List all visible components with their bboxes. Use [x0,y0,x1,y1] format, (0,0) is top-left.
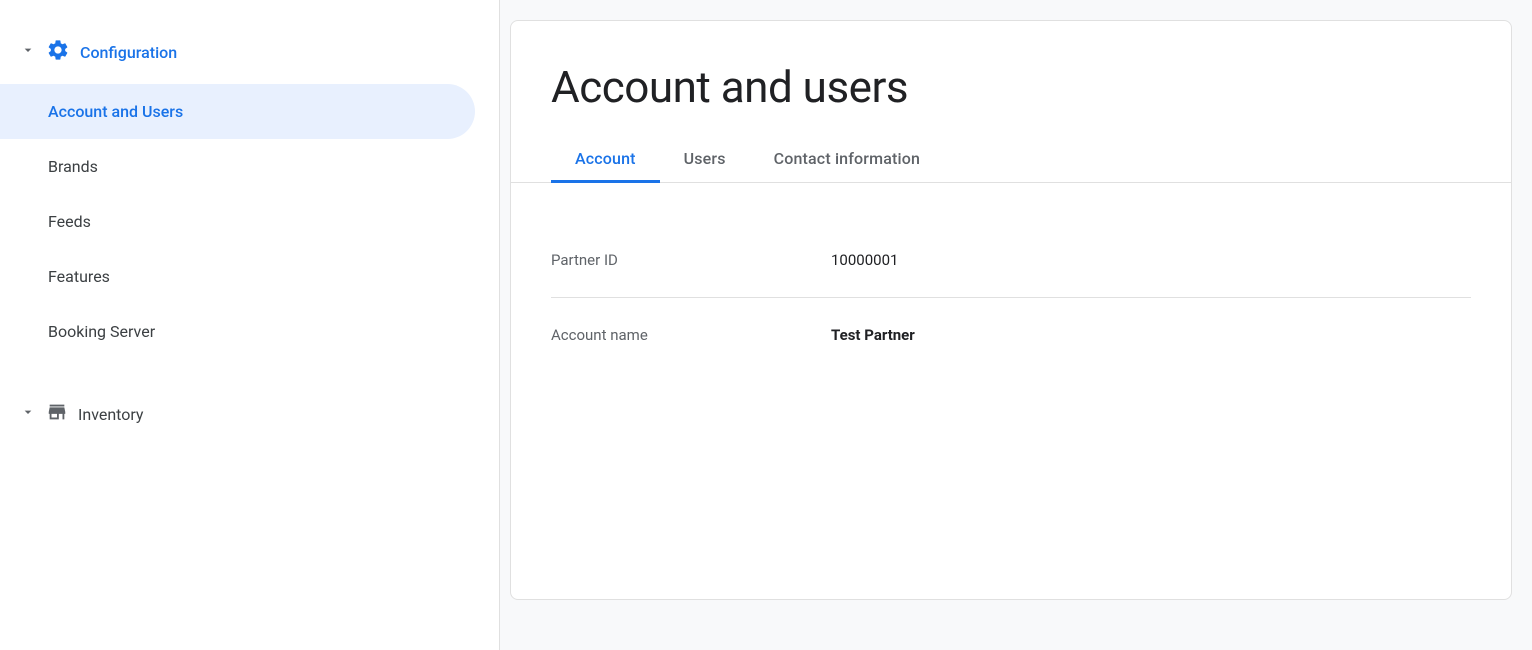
sidebar-item-booking-server-label: Booking Server [48,322,155,341]
sidebar-configuration-header[interactable]: Configuration [0,20,499,84]
content-card: Account and users Account Users Contact … [510,20,1512,600]
tab-account-label: Account [575,149,636,168]
sidebar-item-features-label: Features [48,267,110,286]
account-name-label: Account name [551,326,831,344]
chevron-down-icon [20,42,36,62]
inventory-icon [46,401,68,427]
sidebar-configuration-label: Configuration [80,43,177,62]
sidebar-item-feeds-label: Feeds [48,212,91,231]
tab-users[interactable]: Users [660,137,750,183]
tabs-container: Account Users Contact information [511,137,1511,183]
tab-account[interactable]: Account [551,137,660,183]
tab-contact-information-label: Contact information [774,149,920,168]
sidebar-item-account-and-users-label: Account and Users [48,102,183,121]
tab-contact-information[interactable]: Contact information [750,137,944,183]
page-title: Account and users [511,21,1511,137]
sidebar-item-booking-server[interactable]: Booking Server [0,304,499,359]
sidebar-item-brands-label: Brands [48,157,98,176]
partner-id-label: Partner ID [551,251,831,269]
account-name-value: Test Partner [831,326,915,344]
account-tab-content: Partner ID 10000001 Account name Test Pa… [511,183,1511,412]
partner-id-row: Partner ID 10000001 [551,223,1471,298]
sidebar-item-features[interactable]: Features [0,249,499,304]
tab-users-label: Users [684,149,726,168]
main-content: Account and users Account Users Contact … [500,0,1532,650]
gear-icon [46,38,70,66]
sidebar: Configuration Account and Users Brands F… [0,0,500,650]
chevron-down-icon-inventory [20,404,36,424]
sidebar-item-brands[interactable]: Brands [0,139,499,194]
partner-id-value: 10000001 [831,251,898,269]
account-name-row: Account name Test Partner [551,298,1471,372]
sidebar-item-account-and-users[interactable]: Account and Users [0,84,475,139]
sidebar-inventory-header[interactable]: Inventory [0,383,499,445]
sidebar-item-feeds[interactable]: Feeds [0,194,499,249]
sidebar-inventory-label: Inventory [78,405,144,424]
